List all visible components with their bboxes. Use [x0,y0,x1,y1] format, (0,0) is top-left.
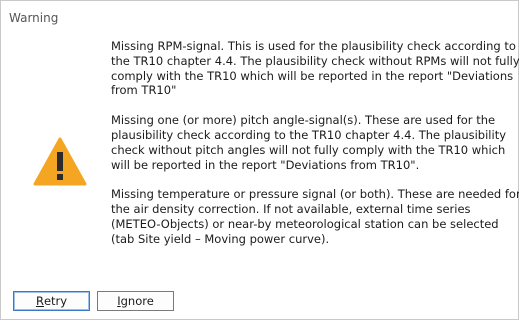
retry-label-rest: etry [43,294,68,308]
message-list: Missing RPM-signal. This is used for the… [111,39,519,262]
message-rpm-signal: Missing RPM-signal. This is used for the… [111,39,519,98]
message-pitch-angle-signal: Missing one (or more) pitch angle-signal… [111,113,507,172]
dialog-title: Warning [9,11,59,25]
ignore-button[interactable]: Ignore [97,291,174,311]
retry-button[interactable]: Retry [13,291,90,311]
warning-triangle-icon [33,137,87,187]
ignore-label-rest: gnore [120,294,154,308]
retry-mnemonic: R [35,294,44,308]
button-row: Retry Ignore [13,291,174,311]
warning-dialog: Warning Missing RPM-signal. This is used… [0,0,519,320]
message-temperature-pressure-signal: Missing temperature or pressure signal (… [111,187,519,246]
